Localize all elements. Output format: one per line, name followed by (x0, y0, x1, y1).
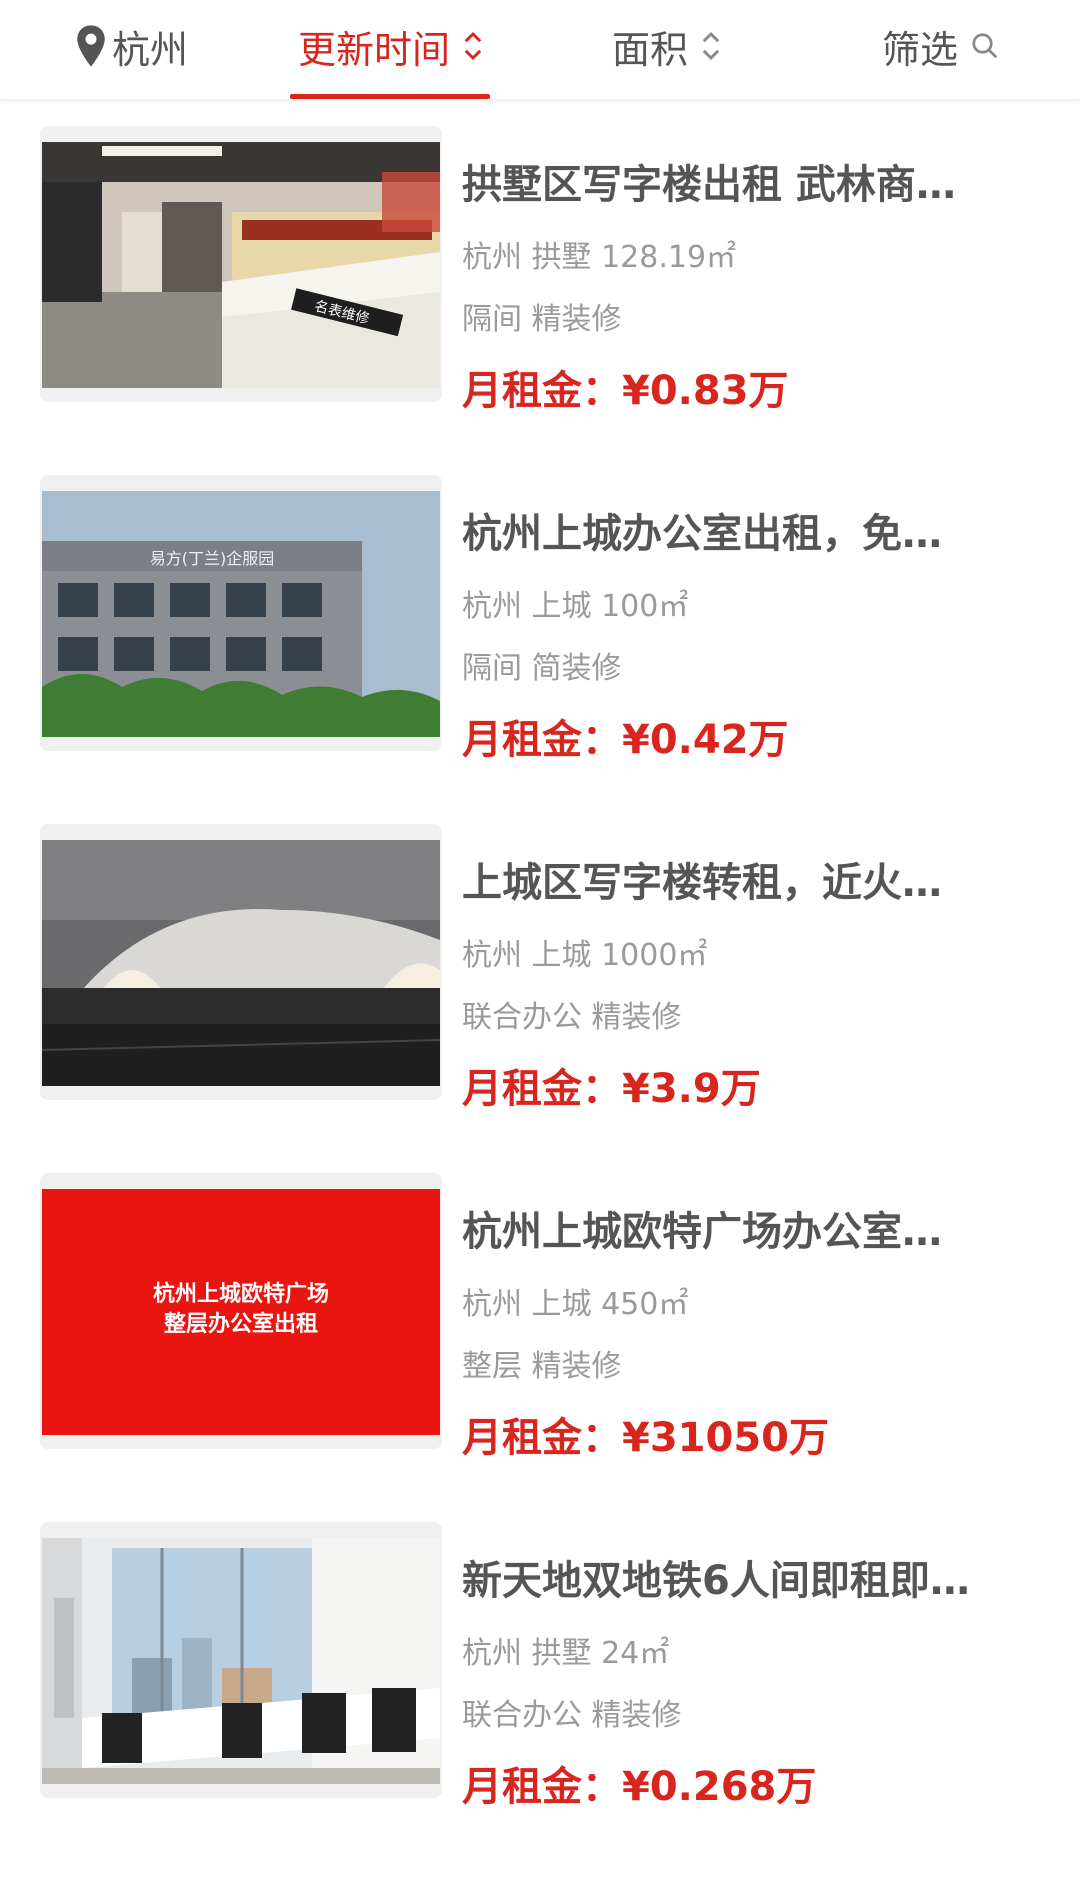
listing-title[interactable]: 杭州上城欧特广场办公室… (462, 1199, 1022, 1257)
listing-card[interactable]: 杭州上城欧特广场 整层办公室出租 杭州上城欧特广场办公室… 杭州 上城 450㎡… (0, 1173, 1080, 1473)
listing-location-area: 杭州 上城 1000㎡ (462, 938, 708, 973)
listing-card[interactable]: 名表维修 拱墅区写字楼出租 武林商… 杭州 拱墅 128.19㎡ 隔间 精装修 … (0, 126, 1080, 426)
listing-location-area: 杭州 上城 100㎡ (462, 589, 689, 624)
listing-title[interactable]: 新天地双地铁6人间即租即… (462, 1548, 1022, 1606)
tab-area[interactable]: 面积 (612, 16, 724, 76)
price-value: ¥0.268万 (622, 1764, 817, 1810)
listing-title[interactable]: 杭州上城办公室出租，免… (462, 501, 1022, 559)
listing-price: 月租金：¥0.83万 (462, 358, 789, 416)
listing-price: 月租金：¥0.42万 (462, 707, 789, 765)
listing-thumbnail[interactable]: 易方(丁兰)企服园 (40, 475, 442, 751)
listing-tags: 整层 精装修 (462, 1349, 622, 1384)
listing-title[interactable]: 上城区写字楼转租，近火… (462, 850, 1022, 908)
coworking-photo-image (42, 1538, 440, 1784)
price-value: ¥3.9万 (622, 1066, 761, 1112)
price-value: ¥31050万 (622, 1415, 829, 1461)
image-sign-text: 易方(丁兰)企服园 (150, 549, 275, 568)
listing-thumbnail[interactable]: 名表维修 (40, 126, 442, 402)
listing-tags: 隔间 简装修 (462, 651, 622, 686)
promo-banner-image: 杭州上城欧特广场 整层办公室出租 (42, 1189, 440, 1435)
price-label: 月租金： (462, 1415, 622, 1461)
listing-card[interactable]: 新天地双地铁6人间即租即… 杭州 拱墅 24㎡ 联合办公 精装修 月租金：¥0.… (0, 1522, 1080, 1822)
station-photo-image (42, 840, 440, 1086)
listing-location-area: 杭州 拱墅 128.19㎡ (462, 240, 737, 275)
tab-update-time[interactable]: 更新时间 (298, 16, 486, 76)
price-value: ¥0.83万 (622, 368, 789, 414)
listing-title[interactable]: 拱墅区写字楼出租 武林商… (462, 152, 1022, 210)
sort-icon (702, 31, 720, 61)
listing-location-area: 杭州 拱墅 24㎡ (462, 1636, 670, 1671)
tab-filter[interactable]: 筛选 (882, 16, 1000, 76)
listing-thumbnail[interactable]: 杭州上城欧特广场 整层办公室出租 (40, 1173, 442, 1449)
listing-card[interactable]: 易方(丁兰)企服园 杭州上城办公室出租，免… 杭州 上城 100㎡ 隔间 简装修… (0, 475, 1080, 775)
banner-text-line1: 杭州上城欧特广场 (153, 1281, 329, 1307)
location-pin-icon (77, 25, 105, 67)
tab-filter-label: 筛选 (882, 27, 959, 72)
city-label: 杭州 (112, 27, 189, 72)
listing-price: 月租金：¥0.268万 (462, 1754, 816, 1812)
listing-price: 月租金：¥31050万 (462, 1405, 829, 1463)
listing-thumbnail[interactable] (40, 824, 442, 1100)
tab-update-time-label: 更新时间 (298, 27, 451, 72)
listing-location-area: 杭州 上城 450㎡ (462, 1287, 689, 1322)
active-tab-indicator (290, 94, 490, 99)
building-photo-image: 易方(丁兰)企服园 (42, 491, 440, 737)
listing-card[interactable]: 上城区写字楼转租，近火… 杭州 上城 1000㎡ 联合办公 精装修 月租金：¥3… (0, 824, 1080, 1124)
office-photo-image: 名表维修 (42, 142, 440, 388)
listing-tags: 联合办公 精装修 (462, 1000, 682, 1035)
price-label: 月租金： (462, 717, 622, 763)
tab-area-label: 面积 (612, 27, 689, 72)
listing-thumbnail[interactable] (40, 1522, 442, 1798)
listing-tags: 联合办公 精装修 (462, 1698, 682, 1733)
price-label: 月租金： (462, 1764, 622, 1810)
price-label: 月租金： (462, 368, 622, 414)
listing-tags: 隔间 精装修 (462, 302, 622, 337)
banner-text-line2: 整层办公室出租 (164, 1311, 318, 1337)
tab-city[interactable]: 杭州 (74, 16, 188, 76)
price-label: 月租金： (462, 1066, 622, 1112)
filter-bar: 杭州 更新时间 面积 筛选 (0, 0, 1080, 100)
search-icon (972, 33, 998, 59)
sort-icon (464, 31, 482, 61)
listing-price: 月租金：¥3.9万 (462, 1056, 761, 1114)
price-value: ¥0.42万 (622, 717, 789, 763)
